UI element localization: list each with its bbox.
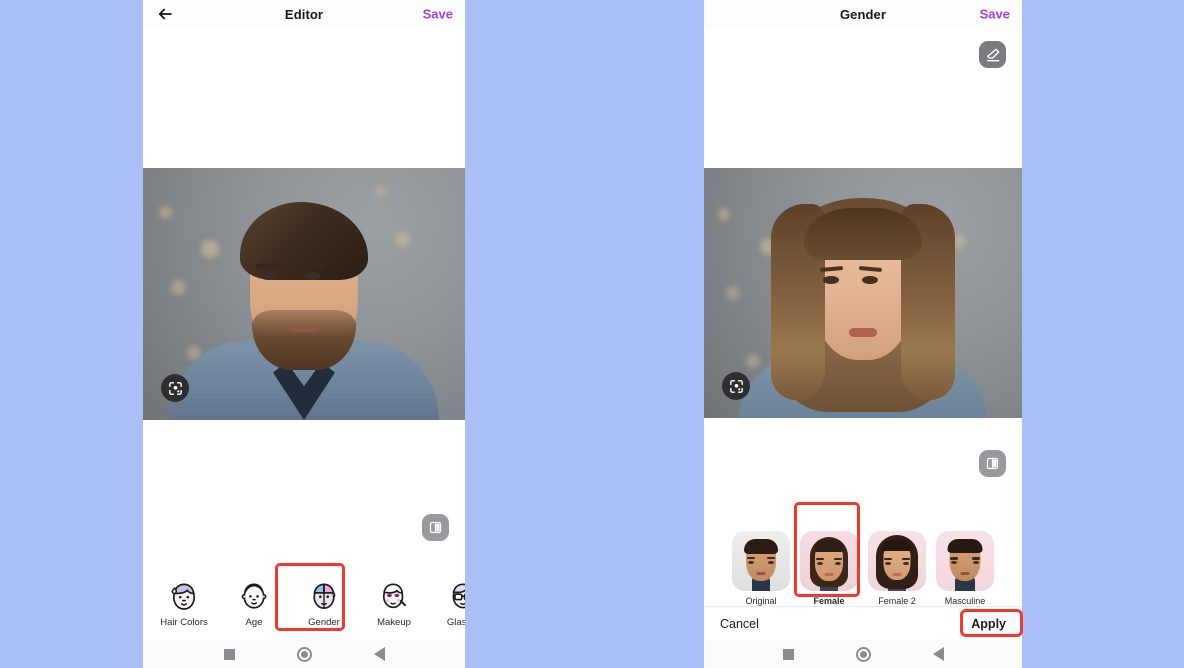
man-eye bbox=[303, 272, 320, 280]
compare-split-icon[interactable] bbox=[422, 514, 449, 541]
right-canvas-top bbox=[704, 28, 1022, 168]
save-button[interactable]: Save bbox=[980, 7, 1010, 22]
man-portrait-photo bbox=[143, 168, 465, 420]
thumbnail-image bbox=[868, 531, 926, 591]
google-lens-icon[interactable] bbox=[722, 372, 750, 400]
feature-strip: Hair Colors Age Gender Makeup Glas bbox=[143, 573, 465, 633]
bokeh-dot bbox=[159, 206, 172, 219]
thumbnail-image bbox=[732, 531, 790, 591]
cancel-button[interactable]: Cancel bbox=[720, 617, 759, 631]
right-phone-screen: Gender Save Original Female Female 2 Mas… bbox=[704, 0, 1022, 668]
mini-face-masculine bbox=[936, 531, 994, 591]
left-phone-screen: Editor Save Hair Colors Age Gender Makeu… bbox=[143, 0, 465, 668]
right-android-navbar bbox=[704, 640, 1022, 668]
feature-item-makeup[interactable]: Makeup bbox=[359, 573, 429, 633]
mini-face-female-2 bbox=[868, 531, 926, 591]
square-recents-icon[interactable] bbox=[223, 648, 235, 660]
makeup-face-icon bbox=[377, 578, 411, 612]
thumbnail-original[interactable]: Original bbox=[732, 531, 790, 606]
page-title: Gender bbox=[839, 6, 887, 22]
left-android-navbar bbox=[143, 640, 465, 668]
thumbnail-masculine[interactable]: Masculine bbox=[936, 531, 994, 606]
man-eye bbox=[260, 272, 277, 280]
bokeh-dot bbox=[746, 354, 760, 368]
feature-label: Glasses bbox=[446, 617, 465, 628]
woman-lips bbox=[849, 328, 877, 337]
right-photo-area[interactable] bbox=[704, 168, 1022, 418]
age-face-icon bbox=[237, 578, 271, 612]
screenshot-stage: Editor Save Hair Colors Age Gender Makeu… bbox=[0, 0, 1184, 668]
google-lens-icon[interactable] bbox=[161, 374, 189, 402]
woman-hair-fringe bbox=[804, 208, 922, 260]
feature-label: Age bbox=[245, 617, 263, 628]
feature-item-gender[interactable]: Gender bbox=[289, 573, 359, 633]
hair-colors-face-icon bbox=[167, 578, 201, 612]
page-title: Editor bbox=[284, 6, 324, 22]
thumbnail-label: Masculine bbox=[944, 596, 986, 606]
thumbnail-female[interactable]: Female bbox=[800, 531, 858, 606]
feature-item-hair-colors[interactable]: Hair Colors bbox=[149, 573, 219, 633]
right-lower-panel: Original Female Female 2 Masculine Cance… bbox=[704, 418, 1022, 668]
square-recents-icon[interactable] bbox=[782, 648, 794, 660]
left-photo-area[interactable] bbox=[143, 168, 465, 420]
circle-home-icon[interactable] bbox=[855, 646, 871, 662]
thumbnail-label: Female 2 bbox=[878, 596, 916, 606]
glasses-face-icon bbox=[447, 578, 465, 612]
gender-option-row: Original Female Female 2 Masculine bbox=[704, 531, 1022, 606]
triangle-back-icon[interactable] bbox=[932, 647, 944, 661]
man-mouth bbox=[289, 326, 319, 332]
gender-split-face-icon bbox=[307, 578, 341, 612]
eraser-icon[interactable] bbox=[979, 41, 1006, 68]
triangle-back-icon[interactable] bbox=[373, 647, 385, 661]
feature-label: Gender bbox=[308, 617, 340, 628]
feature-label: Hair Colors bbox=[160, 617, 208, 628]
feature-label: Makeup bbox=[377, 617, 411, 628]
thumbnail-female-2[interactable]: Female 2 bbox=[868, 531, 926, 606]
bokeh-dot bbox=[375, 186, 386, 197]
thumbnail-image bbox=[800, 531, 858, 591]
left-lower-panel: Hair Colors Age Gender Makeup Glas bbox=[143, 420, 465, 668]
back-arrow-icon[interactable] bbox=[155, 4, 175, 24]
left-appbar: Editor Save bbox=[143, 0, 465, 28]
woman-portrait-photo bbox=[704, 168, 1022, 418]
bokeh-dot bbox=[201, 240, 219, 258]
bokeh-dot bbox=[726, 286, 740, 300]
bokeh-dot bbox=[395, 232, 410, 247]
mini-face-original bbox=[732, 531, 790, 591]
feature-item-glasses[interactable]: Glasses bbox=[429, 573, 465, 633]
circle-home-icon[interactable] bbox=[296, 646, 312, 662]
feature-item-age[interactable]: Age bbox=[219, 573, 289, 633]
woman-eye bbox=[823, 276, 839, 284]
right-appbar: Gender Save bbox=[704, 0, 1022, 28]
woman-eye bbox=[862, 276, 878, 284]
bokeh-dot bbox=[171, 280, 186, 295]
action-bar: Cancel Apply bbox=[704, 606, 1022, 640]
apply-button[interactable]: Apply bbox=[971, 617, 1006, 631]
save-button[interactable]: Save bbox=[423, 7, 453, 22]
thumbnail-image bbox=[936, 531, 994, 591]
compare-split-icon[interactable] bbox=[979, 450, 1006, 477]
thumbnail-label: Female bbox=[813, 596, 845, 606]
bokeh-dot bbox=[718, 208, 730, 220]
mini-face-female bbox=[800, 531, 858, 591]
thumbnail-label: Original bbox=[745, 596, 777, 606]
left-canvas-top bbox=[143, 28, 465, 168]
